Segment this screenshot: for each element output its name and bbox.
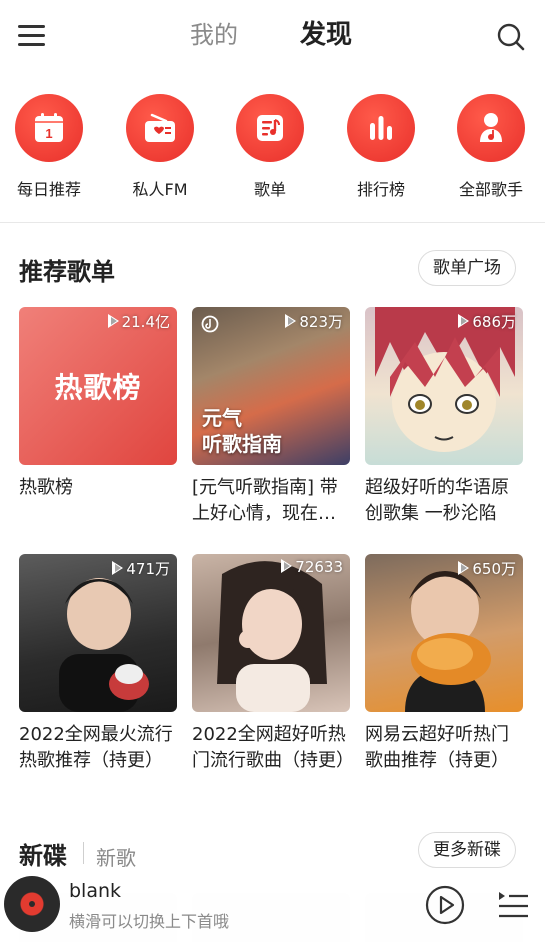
play-triangle-icon <box>281 559 293 573</box>
cover-text: 元气 听歌指南 <box>202 406 282 456</box>
tab-mine[interactable]: 我的 <box>190 18 238 52</box>
category-singers[interactable]: 全部歌手 <box>436 94 545 200</box>
category-chart[interactable]: 排行榜 <box>326 94 436 200</box>
more-albums-button[interactable]: 更多新碟 <box>418 832 516 868</box>
playlist-cover: 650万 <box>365 554 523 712</box>
playlist-cover: 热歌榜 21.4亿 <box>19 307 177 465</box>
category-fm[interactable]: 私人FM <box>105 94 215 200</box>
netease-logo-icon <box>201 315 219 333</box>
search-icon[interactable] <box>496 22 526 52</box>
play-icon[interactable] <box>425 885 465 925</box>
category-label: 私人FM <box>132 180 188 199</box>
playlist-title: 2022全网最火流行热歌推荐（持更） <box>19 724 173 771</box>
cover-text: 热歌榜 <box>54 371 142 404</box>
playlist-card[interactable]: 元气 听歌指南 823万 [元气听歌指南] 带上好心情，现在出发吧 <box>192 307 350 527</box>
playlist-title: 网易云超好听热门歌曲推荐（持更） <box>365 724 509 771</box>
playlist-card[interactable]: 热歌榜 21.4亿 热歌榜 <box>19 307 177 501</box>
tab-separator <box>83 842 84 864</box>
playlist-cover: 72633 <box>192 554 350 712</box>
svg-text:1: 1 <box>45 126 52 141</box>
category-label: 排行榜 <box>356 180 405 199</box>
album-disc-icon[interactable] <box>4 876 60 932</box>
playlist-title: 超级好听的华语原创歌集 一秒沦陷 <box>365 477 509 524</box>
person-photo-image <box>217 561 327 712</box>
top-bar: 我的 发现 <box>0 0 545 72</box>
playlist-title: 热歌榜 <box>19 477 73 498</box>
mini-player[interactable]: blank 横滑可以切换上下首哦 <box>0 870 545 942</box>
play-triangle-icon <box>112 561 124 575</box>
play-triangle-icon <box>107 314 119 328</box>
category-row: 1 每日推荐 私人FM 歌单 排行榜 全部歌手 <box>0 94 545 204</box>
tab-discover[interactable]: 发现 <box>300 18 352 52</box>
calendar-icon: 1 <box>15 94 83 162</box>
play-count: 686万 <box>458 311 516 332</box>
swipe-hint: 横滑可以切换上下首哦 <box>69 912 230 931</box>
play-triangle-icon <box>458 314 470 328</box>
playlist-square-button[interactable]: 歌单广场 <box>418 250 516 286</box>
divider <box>0 222 545 223</box>
category-label: 每日推荐 <box>16 180 81 199</box>
playlist-queue-icon[interactable] <box>496 888 530 922</box>
playlist-cover: 元气 听歌指南 823万 <box>192 307 350 465</box>
playlist-cover: 471万 <box>19 554 177 712</box>
radio-icon <box>126 94 194 162</box>
category-playlist[interactable]: 歌单 <box>215 94 325 200</box>
category-label: 歌单 <box>253 180 286 199</box>
song-title: blank <box>69 880 122 902</box>
play-count: 21.4亿 <box>107 311 170 332</box>
playlist-card[interactable]: 650万 网易云超好听热门歌曲推荐（持更） <box>365 554 523 774</box>
category-daily[interactable]: 1 每日推荐 <box>0 94 104 200</box>
chart-bars-icon <box>347 94 415 162</box>
play-triangle-icon <box>458 561 470 575</box>
playlist-title: 2022全网超好听热门流行歌曲（持更） <box>192 724 350 771</box>
playlist-icon <box>236 94 304 162</box>
playlist-card[interactable]: 471万 2022全网最火流行热歌推荐（持更） <box>19 554 177 774</box>
tab-new-songs[interactable]: 新歌 <box>96 842 136 871</box>
section-title-new-albums[interactable]: 新碟 <box>19 836 67 871</box>
playlist-card[interactable]: 686万 超级好听的华语原创歌集 一秒沦陷 <box>365 307 523 527</box>
play-count: 471万 <box>112 558 170 579</box>
section-title-recommend: 推荐歌单 <box>19 258 115 286</box>
play-count: 650万 <box>458 558 516 579</box>
play-triangle-icon <box>285 314 297 328</box>
menu-icon[interactable] <box>18 24 46 48</box>
playlist-card[interactable]: 72633 2022全网超好听热门流行歌曲（持更） <box>192 554 350 774</box>
playlist-title: [元气听歌指南] 带上好心情，现在出发吧 <box>192 477 338 524</box>
play-count: 72633 <box>281 558 343 576</box>
play-count: 823万 <box>285 311 343 332</box>
category-label: 全部歌手 <box>458 180 523 199</box>
playlist-cover: 686万 <box>365 307 523 465</box>
singer-icon <box>457 94 525 162</box>
